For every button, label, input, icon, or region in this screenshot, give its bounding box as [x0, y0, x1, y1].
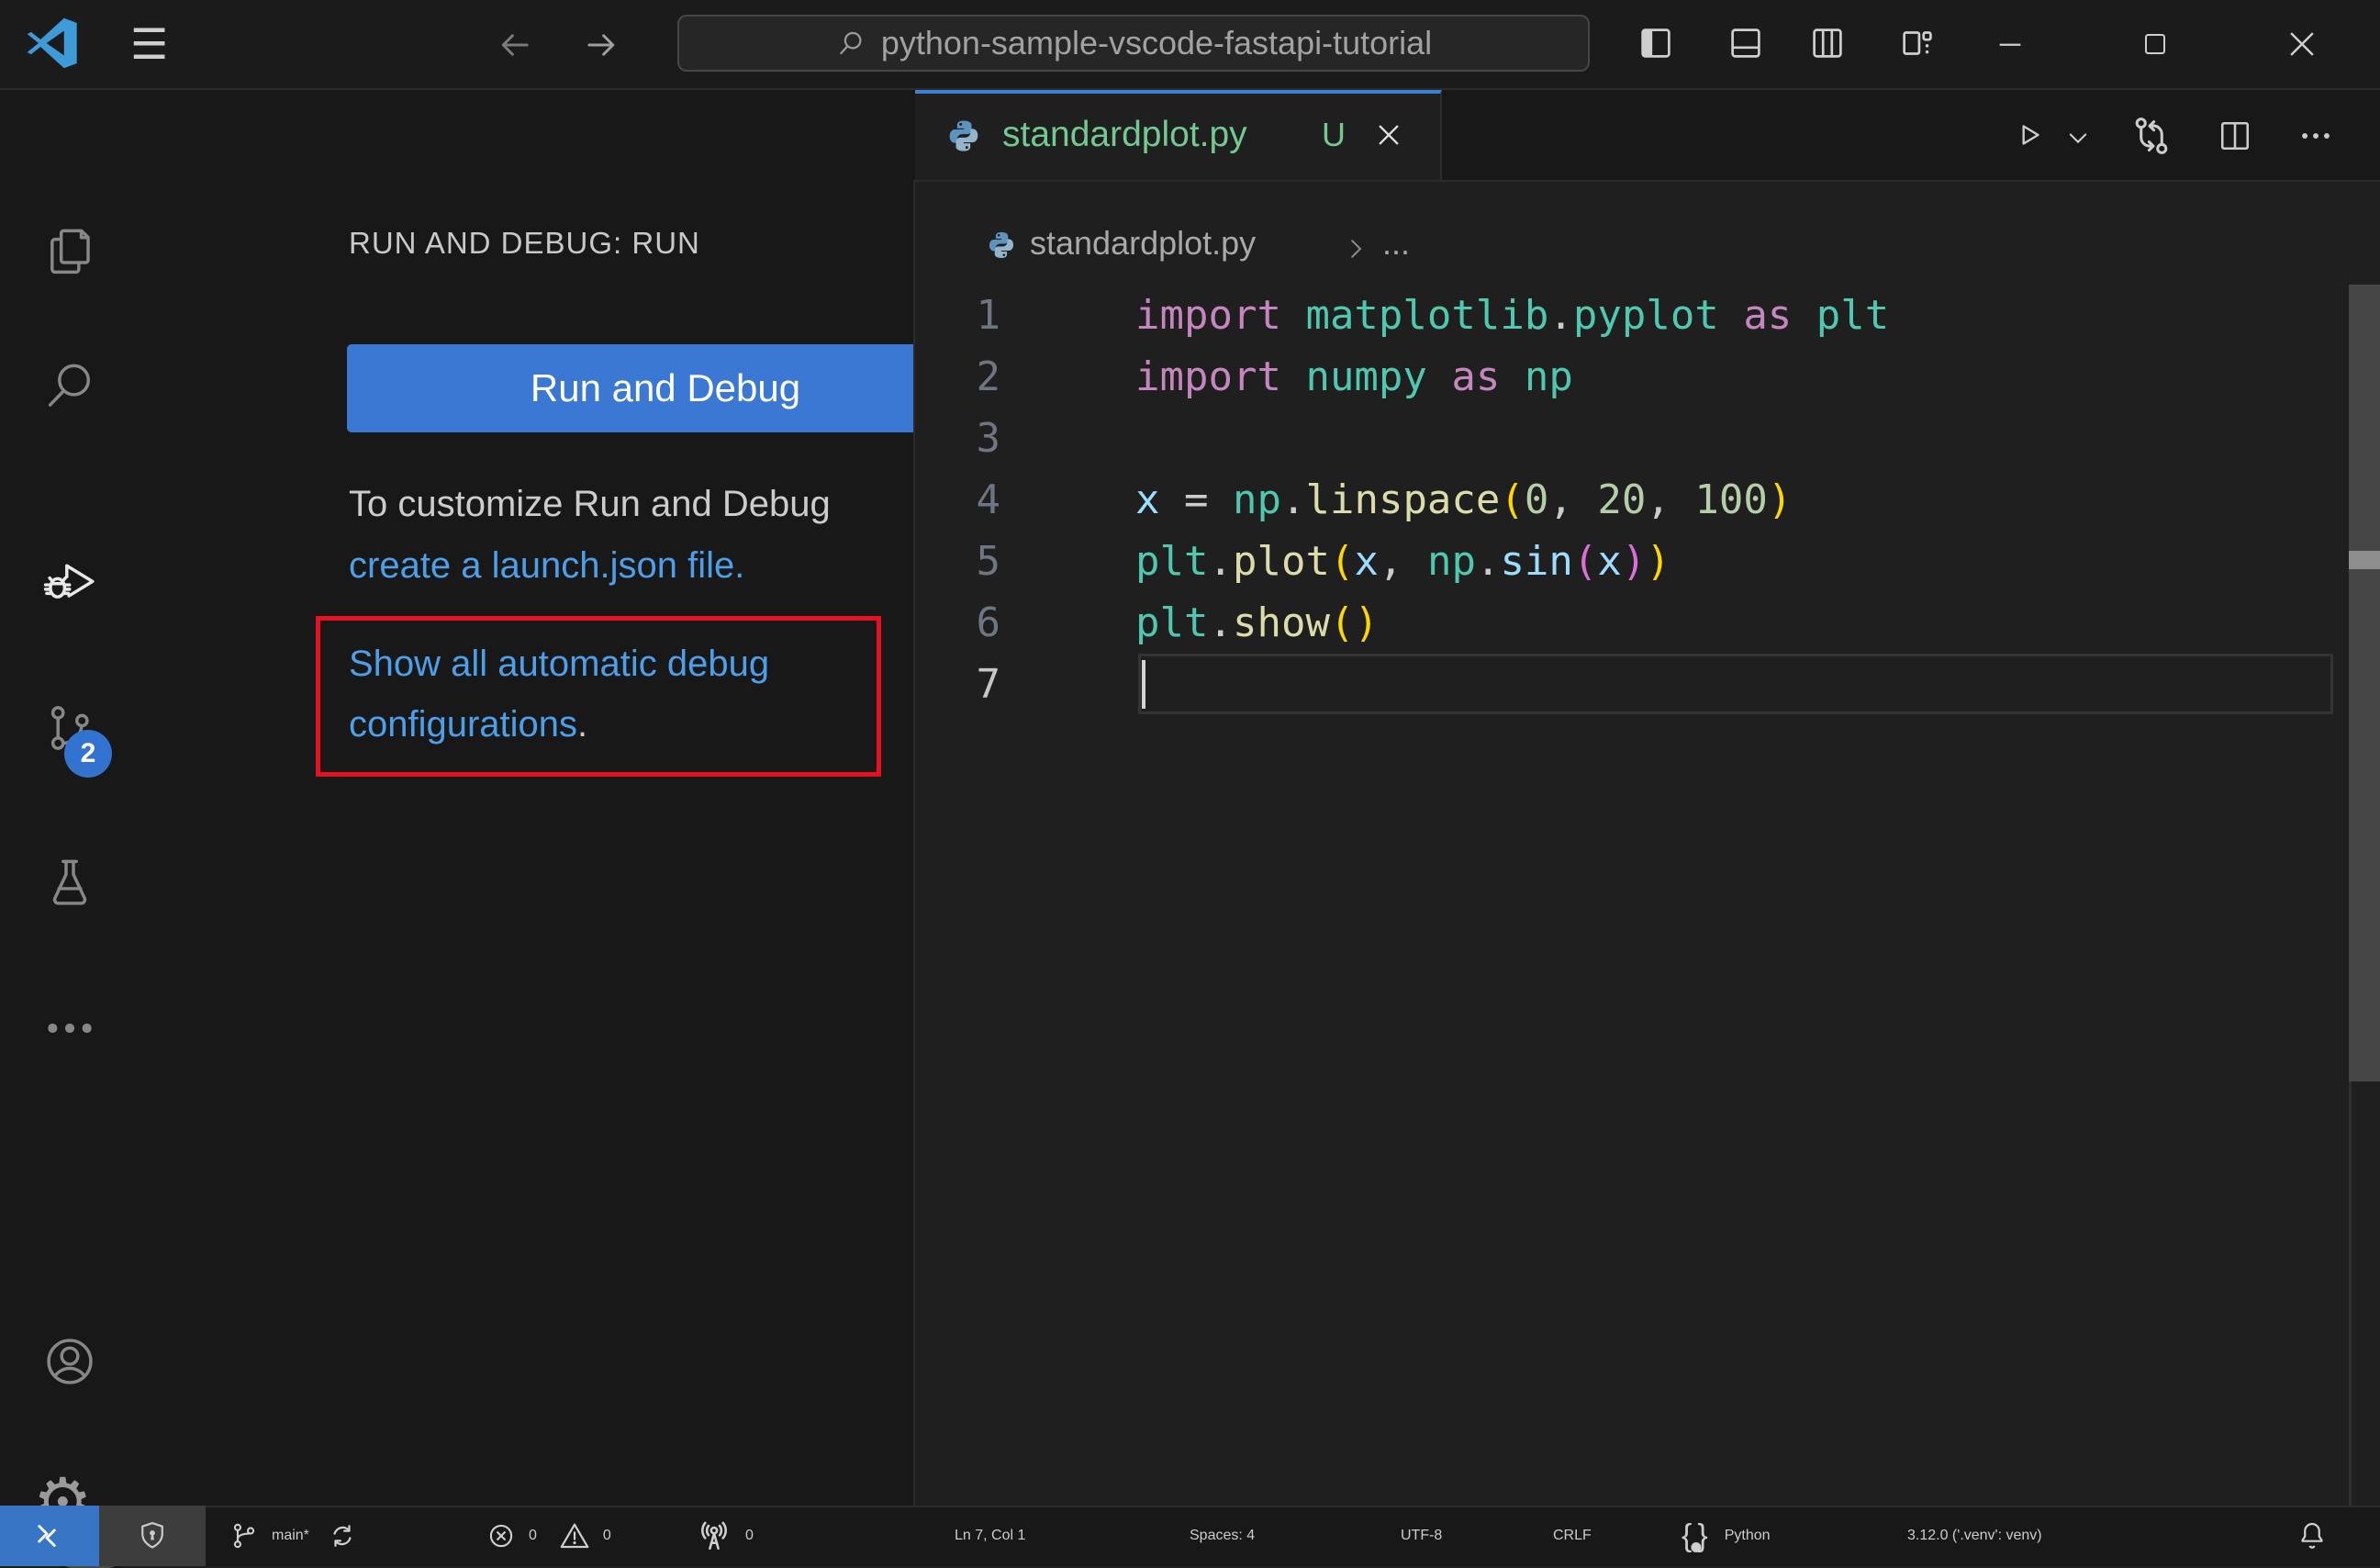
tab-modified-indicator: U — [1322, 116, 1346, 153]
command-center-search[interactable]: python-sample-vscode-fastapi-tutorial — [677, 15, 1590, 72]
line-number: 2 — [976, 353, 1001, 400]
line-number: 6 — [976, 599, 1001, 646]
notifications-bell-icon[interactable] — [2295, 1506, 2330, 1566]
run-python-file-icon[interactable] — [2012, 118, 2047, 152]
activity-bar: 2 ⚙ BR — [0, 90, 141, 1568]
sidebar-title: RUN AND DEBUG: RUN — [349, 226, 700, 260]
run-and-debug-sidebar: RUN AND DEBUG: RUN Run and Debug To cust… — [140, 90, 988, 1506]
code-text: x = np.linspace(0, 20, 100) — [1135, 476, 1793, 523]
run-and-debug-button[interactable]: Run and Debug — [347, 344, 984, 432]
explorer-icon[interactable] — [40, 222, 99, 281]
open-changes-icon[interactable] — [2128, 112, 2175, 160]
line-number: 1 — [976, 292, 1001, 339]
accounts-icon[interactable] — [40, 1332, 99, 1391]
git-branch-icon — [233, 1523, 255, 1549]
code-line[interactable]: 1 import matplotlib.pyplot as plt — [913, 285, 2380, 346]
search-view-icon[interactable] — [40, 356, 99, 415]
code-line[interactable]: 3 — [913, 408, 2380, 469]
problems-item[interactable]: 0 0 — [485, 1506, 611, 1566]
show-auto-debug-configs-link[interactable]: Show all automatic debug configurations. — [349, 633, 769, 755]
code-area[interactable]: 1 import matplotlib.pyplot as plt 2 import … — [913, 285, 2380, 715]
eol-item[interactable]: CRLF — [1553, 1506, 1592, 1566]
line-number: 5 — [976, 538, 1001, 585]
workspace-trust-item[interactable] — [99, 1506, 206, 1566]
language-mode-item[interactable]: {} Python — [1682, 1506, 1771, 1566]
editor-more-actions-icon[interactable] — [2296, 116, 2336, 156]
toggle-sidebar-icon[interactable] — [1635, 22, 1677, 64]
code-text: import numpy as np — [1135, 353, 1573, 400]
tab-label[interactable]: standardplot.py — [1002, 90, 1247, 180]
python-interpreter-item[interactable]: 3.12.0 ('.venv': venv) — [1907, 1506, 2042, 1566]
line-number: 3 — [976, 415, 1001, 462]
hint-text: To customize Run and Debug — [349, 484, 831, 524]
branch-label: main* — [272, 1528, 309, 1543]
customize-hint: To customize Run and Debug create a laun… — [349, 474, 831, 597]
warning-count: 0 — [602, 1528, 611, 1543]
maximize-button[interactable] — [2128, 0, 2183, 88]
toggle-panel-icon[interactable] — [1725, 22, 1767, 64]
breadcrumb-more[interactable]: ... — [1382, 224, 1410, 263]
shield-icon — [141, 1521, 163, 1549]
code-line[interactable]: 2 import numpy as np — [913, 346, 2380, 408]
branch-item[interactable]: main* — [228, 1506, 359, 1566]
additional-views-icon[interactable] — [40, 999, 99, 1058]
run-dropdown-chevron-icon[interactable] — [2065, 125, 2091, 151]
ports-item[interactable]: 0 — [694, 1506, 754, 1566]
warning-icon — [560, 1523, 589, 1549]
close-button[interactable] — [2274, 0, 2330, 88]
forward-icon[interactable] — [582, 26, 620, 64]
search-value: python-sample-vscode-fastapi-tutorial — [880, 24, 1433, 62]
vscode-logo-icon — [26, 17, 79, 70]
line-number: 7 — [976, 661, 1001, 708]
sync-icon — [333, 1525, 352, 1547]
testing-icon[interactable] — [40, 853, 99, 912]
breadcrumb-file[interactable]: standardplot.py — [1030, 224, 1256, 263]
ports-count: 0 — [745, 1528, 754, 1543]
background-window-strip — [2349, 285, 2380, 1081]
menu-icon[interactable]: ☰ — [130, 0, 168, 88]
split-editor-icon[interactable] — [2215, 116, 2255, 156]
title-bar: ☰ python-sample-vscode-fastapi-tutorial — [0, 0, 2380, 90]
radio-tower-icon — [701, 1521, 727, 1551]
breadcrumb-chevron-icon — [1342, 235, 1369, 263]
python-file-icon — [945, 118, 982, 154]
cursor-position-item[interactable]: Ln 7, Col 1 — [955, 1506, 1025, 1566]
error-icon — [489, 1524, 513, 1548]
toggle-secondary-sidebar-icon[interactable] — [1806, 22, 1849, 64]
tab-close-icon[interactable] — [1373, 119, 1404, 151]
language-braces-icon: {} — [1682, 1518, 1714, 1553]
current-line-highlight — [1138, 654, 2333, 714]
line-number: 4 — [976, 476, 1001, 523]
background-scrollbar-thumb — [2349, 551, 2380, 569]
window-edge-divider — [2349, 1081, 2352, 1506]
create-launch-json-link[interactable]: create a launch.json file. — [349, 545, 744, 586]
customize-layout-icon[interactable] — [1896, 22, 1939, 64]
run-and-debug-icon[interactable] — [40, 547, 99, 606]
language-label: Python — [1724, 1528, 1771, 1543]
minimize-button[interactable] — [1983, 0, 2038, 88]
breadcrumb-python-icon — [986, 230, 1017, 261]
error-count: 0 — [529, 1528, 537, 1543]
remote-icon — [38, 1525, 56, 1547]
back-icon[interactable] — [496, 26, 534, 64]
code-line[interactable]: 6 plt.show() — [913, 592, 2380, 654]
code-line[interactable]: 5 plt.plot(x, np.sin(x)) — [913, 531, 2380, 592]
code-line[interactable]: 4 x = np.linspace(0, 20, 100) — [913, 469, 2380, 531]
remote-indicator[interactable] — [0, 1506, 99, 1566]
encoding-item[interactable]: UTF-8 — [1401, 1506, 1442, 1566]
code-text: import matplotlib.pyplot as plt — [1135, 292, 1890, 339]
search-icon — [840, 31, 862, 55]
code-text: plt.show() — [1135, 599, 1379, 646]
source-control-badge: 2 — [64, 730, 112, 778]
indentation-item[interactable]: Spaces: 4 — [1190, 1506, 1255, 1566]
text-cursor — [1142, 660, 1145, 709]
code-text: plt.plot(x, np.sin(x)) — [1135, 538, 1670, 585]
